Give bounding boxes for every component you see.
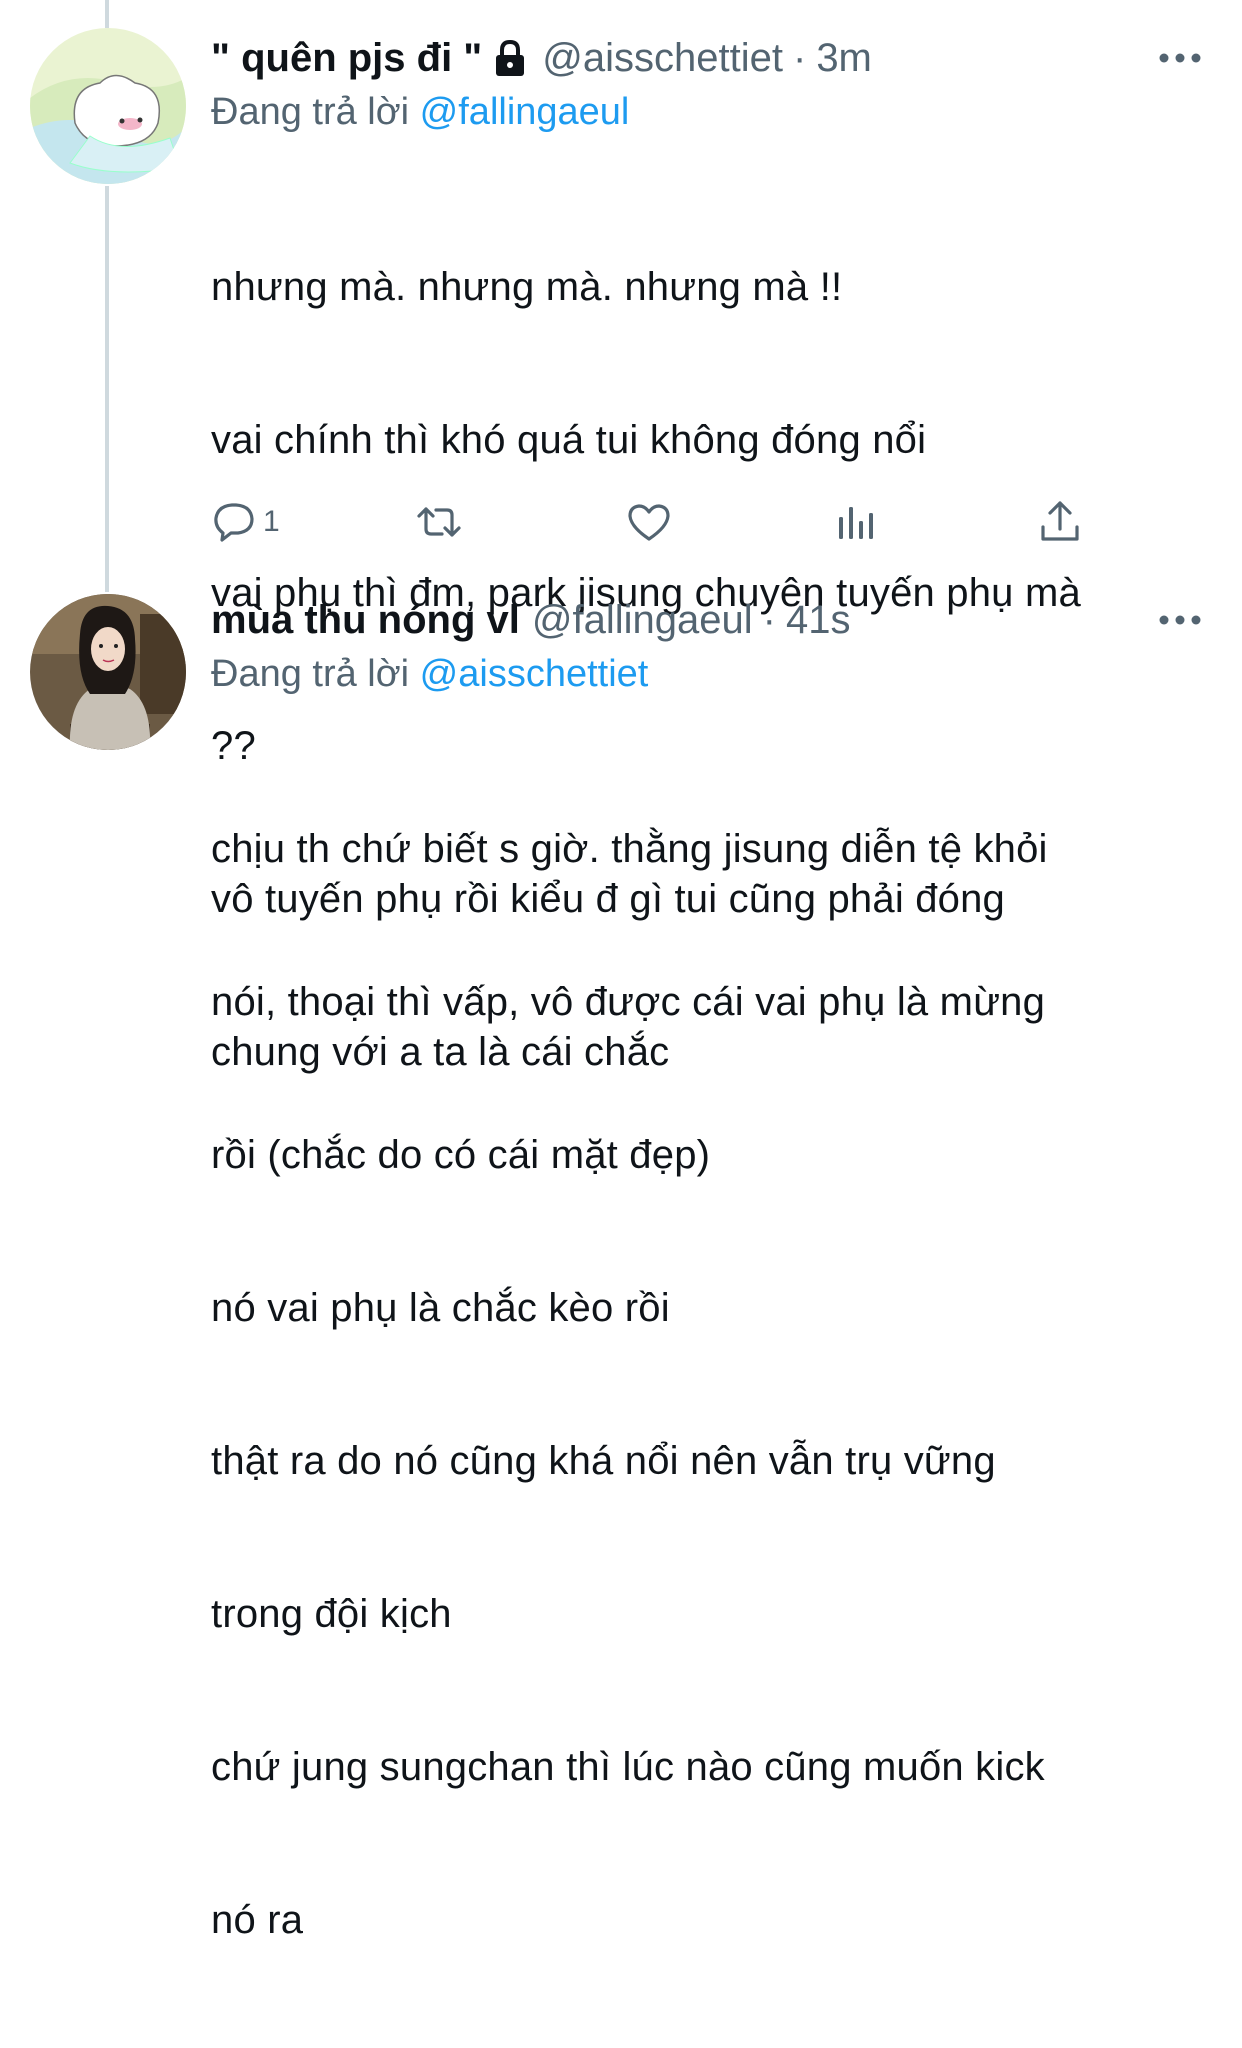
display-name[interactable]: mùa thu nóng vl xyxy=(211,592,520,648)
tweet-text-line: rồi (chắc do có cái mặt đẹp) xyxy=(211,1133,711,1177)
replying-to: Đang trả lời @fallingaeul xyxy=(211,86,1202,138)
retweet-button[interactable] xyxy=(416,494,462,550)
replying-mention[interactable]: @aisschettiet xyxy=(420,653,649,695)
avatar[interactable] xyxy=(30,28,186,184)
stats-icon xyxy=(839,507,873,539)
tweet-header: mùa thu nóng vl @fallingaeul · 41s xyxy=(211,592,1202,648)
more-icon[interactable] xyxy=(1158,610,1202,630)
share-icon xyxy=(1041,501,1079,541)
tweet-text-line: nó ra xyxy=(211,1898,304,1942)
like-button[interactable] xyxy=(626,494,672,550)
display-name[interactable]: " quên pjs đi " xyxy=(211,30,482,86)
tweet-text-line: chịu th chứ biết s giờ. thằng jisung diễ… xyxy=(211,827,1048,871)
tweet-text-line: nó vai phụ là chắc kèo rồi xyxy=(211,1286,670,1330)
tweet-text-line: nhưng mà. nhưng mà. nhưng mà !! xyxy=(211,265,843,309)
replying-prefix: Đang trả lời xyxy=(211,91,410,133)
separator: · xyxy=(792,36,807,80)
like-icon xyxy=(628,504,670,541)
tweet-text-line: trong đội kịch xyxy=(211,1592,452,1636)
handle[interactable]: @aisschettiet xyxy=(542,30,783,86)
thread-line-connector xyxy=(105,186,109,592)
replying-to: Đang trả lời @aisschettiet xyxy=(211,648,1202,700)
timestamp[interactable]: 3m xyxy=(816,30,872,86)
reply-icon xyxy=(214,503,254,542)
separator: · xyxy=(762,598,776,642)
replying-prefix: Đang trả lời xyxy=(211,653,410,695)
retweet-icon xyxy=(417,507,461,537)
timestamp[interactable]: 41s xyxy=(786,592,851,648)
tweet-text-line: chứ jung sungchan thì lúc nào cũng muốn … xyxy=(211,1745,1045,1789)
reply-button[interactable]: 1 xyxy=(211,494,280,550)
tweet-actions: 1 xyxy=(211,494,1091,550)
lock-icon xyxy=(496,39,525,76)
tweet-text-line: thật ra do nó cũng khá nổi nên vẫn trụ v… xyxy=(211,1439,996,1483)
avatar[interactable] xyxy=(30,594,186,750)
tweet-text: chịu th chứ biết s giờ. thằng jisung diễ… xyxy=(211,722,1202,2048)
more-icon[interactable] xyxy=(1158,48,1202,68)
tweet-header: " quên pjs đi " @aisschettiet · 3m xyxy=(211,30,1202,86)
replying-mention[interactable]: @fallingaeul xyxy=(420,91,630,133)
tweet-text-line: nói, thoại thì vấp, vô được cái vai phụ … xyxy=(211,980,1046,1024)
thread-line-top xyxy=(105,0,109,28)
reply-count: 1 xyxy=(263,505,280,538)
tweet-text-line: vai chính thì khó quá tui không đóng nổi xyxy=(211,418,927,462)
stats-button[interactable] xyxy=(833,494,879,550)
handle[interactable]: @fallingaeul xyxy=(532,592,753,648)
share-button[interactable] xyxy=(1037,494,1083,550)
